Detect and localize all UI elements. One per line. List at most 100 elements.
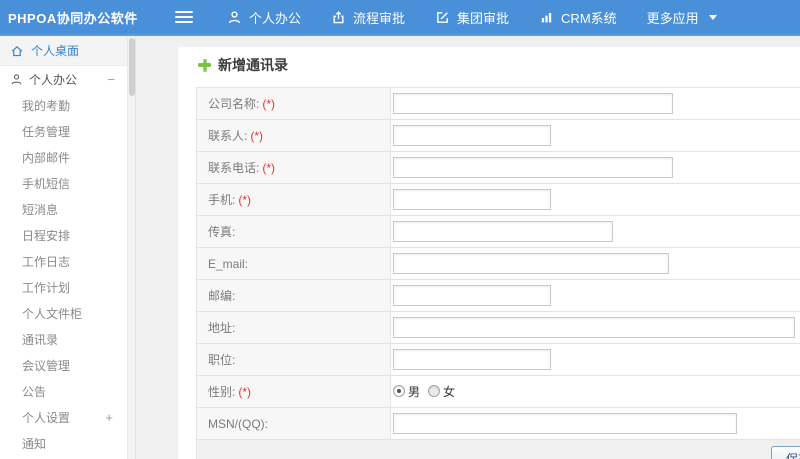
contact-form-table: 公司名称: (*) 联系人: (*) 联系电话: (*) 手机: (*) 传真: E_mail: 邮… [196, 87, 800, 440]
contact-person-input[interactable] [393, 125, 551, 146]
radio-selected-icon [393, 385, 405, 398]
sidebar-item-work-plan[interactable]: 工作计划 [0, 274, 135, 300]
field-label: 手机: [208, 193, 236, 207]
page-title: 新增通讯录 [218, 57, 288, 73]
sidebar-item-desktop[interactable]: 个人桌面 [0, 36, 135, 66]
person-icon [11, 73, 22, 84]
hamburger-menu-icon[interactable] [175, 11, 193, 23]
field-input-cell [390, 279, 800, 312]
field-label: 邮编: [208, 289, 236, 303]
company-name-input[interactable] [393, 93, 673, 114]
topnav-more-apps[interactable]: 更多应用 [647, 8, 717, 27]
page-title-row: 新增通讯录 [178, 47, 800, 75]
field-label: 公司名称: [208, 97, 260, 111]
sidebar-item-contacts[interactable]: 通讯录 [0, 326, 135, 352]
sidebar-item-notifications[interactable]: 通知 [0, 430, 135, 456]
email-input[interactable] [393, 253, 669, 274]
form-row-address: 地址: [196, 311, 800, 344]
sidebar-item-announcements[interactable]: 公告 [0, 378, 135, 404]
field-input-cell [390, 151, 800, 184]
field-label-cell: 地址: [196, 311, 391, 344]
sidebar-item-label: 公告 [22, 384, 47, 399]
edit-approval-icon [437, 11, 448, 23]
sidebar-item-label: 手机短信 [22, 176, 71, 191]
topbar: PHPOA协同办公软件 个人办公 流程审批 集团审批 CRM系统 更多应用 [0, 0, 800, 36]
contact-phone-input[interactable] [393, 157, 673, 178]
sidebar-item-meetings[interactable]: 会议管理 [0, 352, 135, 378]
sidebar-item-label: 任务管理 [22, 124, 71, 139]
gender-radio-male[interactable]: 男 [393, 383, 420, 400]
sidebar-group-personal-office[interactable]: 个人办公 − [0, 66, 135, 92]
sidebar-item-attendance[interactable]: 我的考勤 [0, 92, 135, 118]
sidebar-item-label: 通知 [22, 436, 47, 451]
field-label-cell: 联系电话: (*) [196, 151, 391, 184]
field-label: E_mail: [208, 256, 249, 271]
field-input-cell [390, 215, 800, 248]
sidebar-item-label: 工作日志 [22, 254, 71, 269]
field-input-cell [390, 407, 800, 440]
main-layout: 个人桌面 个人办公 − 我的考勤任务管理内部邮件手机短信短消息日程安排工作日志工… [0, 36, 800, 459]
app-window: PHPOA协同办公软件 个人办公 流程审批 集团审批 CRM系统 更多应用 个人桌面 个… [0, 0, 800, 459]
sidebar-item-sms[interactable]: 手机短信 [0, 170, 135, 196]
sidebar-item-schedule[interactable]: 日程安排 [0, 222, 135, 248]
sidebar-scrollbar-thumb[interactable] [129, 38, 135, 96]
form-row-email: E_mail: [196, 247, 800, 280]
sidebar-item-short-message[interactable]: 短消息 [0, 196, 135, 222]
sidebar-item-list: 我的考勤任务管理内部邮件手机短信短消息日程安排工作日志工作计划个人文件柜通讯录会… [0, 92, 135, 456]
required-mark: (*) [262, 97, 276, 111]
field-label-cell: 联系人: (*) [196, 119, 391, 152]
form-row-msn-qq: MSN/(QQ): [196, 407, 800, 440]
field-label-cell: 性别: (*) [196, 375, 391, 408]
mobile-input[interactable] [393, 189, 551, 210]
bar-chart-icon [541, 12, 552, 22]
sidebar-item-personal-settings[interactable]: 个人设置 + [0, 404, 135, 430]
app-logo: PHPOA协同办公软件 [8, 10, 138, 26]
user-icon [228, 10, 241, 23]
field-label: 职位: [208, 353, 236, 367]
field-label-cell: 传真: [196, 215, 391, 248]
topnav-label: 流程审批 [353, 10, 406, 26]
topnav-personal-office[interactable]: 个人办公 [227, 8, 301, 27]
field-input-cell [390, 247, 800, 280]
topnav-label: CRM系统 [561, 10, 617, 26]
field-input-cell [390, 119, 800, 152]
sidebar-item-label: 短消息 [22, 202, 59, 217]
sidebar-scrollbar[interactable] [127, 36, 135, 459]
form-footer: 保存 [196, 440, 800, 459]
sidebar-item-work-log[interactable]: 工作日志 [0, 248, 135, 274]
sidebar-item-tasks[interactable]: 任务管理 [0, 118, 135, 144]
sidebar-item-label: 我的考勤 [22, 98, 71, 113]
required-mark: (*) [262, 161, 276, 175]
form-row-contact-phone: 联系电话: (*) [196, 151, 800, 184]
topnav-workflow-approval[interactable]: 流程审批 [331, 8, 405, 27]
sidebar-item-label: 工作计划 [22, 280, 71, 295]
home-icon [11, 45, 23, 56]
top-navigation: 个人办公 流程审批 集团审批 CRM系统 更多应用 [227, 8, 747, 27]
address-input[interactable] [393, 317, 795, 338]
form-row-company-name: 公司名称: (*) [196, 87, 800, 120]
collapse-minus-icon[interactable]: − [107, 72, 115, 87]
field-label: MSN/(QQ): [208, 416, 268, 431]
gender-radio-female[interactable]: 女 [428, 383, 455, 400]
topnav-group-approval[interactable]: 集团审批 [435, 8, 509, 27]
expand-plus-icon[interactable]: + [105, 410, 113, 425]
position-input[interactable] [393, 349, 551, 370]
content-area: 新增通讯录 公司名称: (*) 联系人: (*) 联系电话: (*) 手机: (*) 传真: E_… [136, 36, 800, 459]
required-mark: (*) [250, 129, 264, 143]
sidebar-item-label: 日程安排 [22, 228, 71, 243]
field-input-cell [390, 343, 800, 376]
field-input-cell [390, 87, 800, 120]
zip-code-input[interactable] [393, 285, 551, 306]
sidebar-item-file-cabinet[interactable]: 个人文件柜 [0, 300, 135, 326]
save-button[interactable]: 保存 [771, 446, 800, 459]
msn-qq-input[interactable] [393, 413, 737, 434]
required-mark: (*) [238, 193, 252, 207]
topnav-crm-system[interactable]: CRM系统 [539, 8, 617, 27]
sidebar-item-label: 个人文件柜 [22, 306, 83, 321]
sidebar-item-internal-mail[interactable]: 内部邮件 [0, 144, 135, 170]
radio-label: 女 [443, 384, 456, 399]
fax-input[interactable] [393, 221, 613, 242]
sidebar: 个人桌面 个人办公 − 我的考勤任务管理内部邮件手机短信短消息日程安排工作日志工… [0, 36, 136, 459]
field-input-cell [390, 311, 800, 344]
add-plus-icon [198, 58, 211, 72]
